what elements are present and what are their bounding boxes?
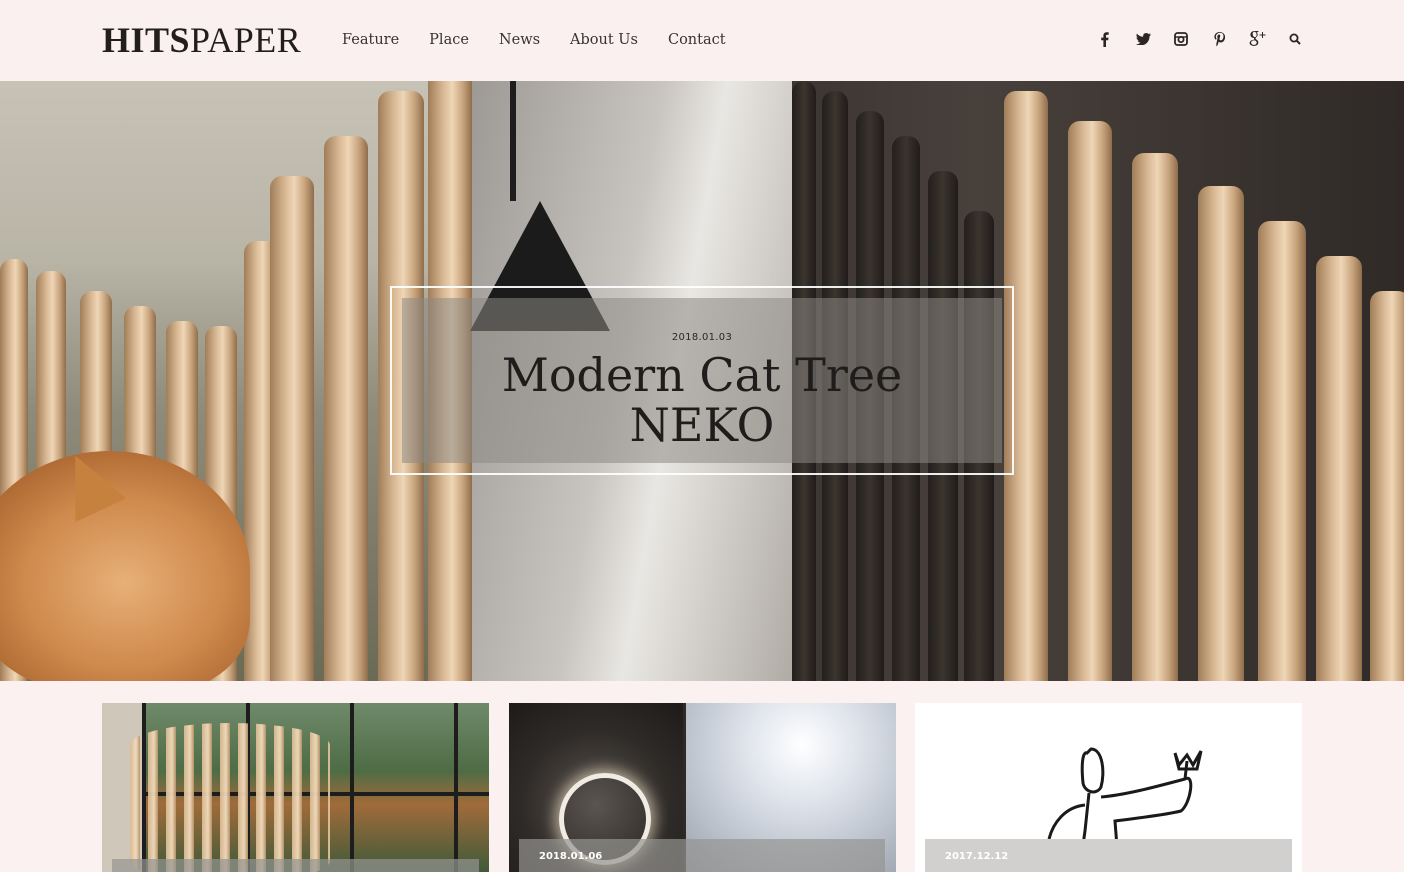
card-image-cat-tree (130, 723, 330, 872)
facebook-icon[interactable] (1096, 29, 1114, 49)
hero-card-overlay: 2018.01.03 Modern Cat Tree NEKO (402, 298, 1002, 463)
card-date: 2018.01.06 (539, 851, 603, 862)
nav-item-contact[interactable]: Contact (668, 30, 726, 50)
site-logo[interactable]: HITSPAPER (102, 20, 301, 60)
hero-featured-post[interactable]: 2018.01.03 Modern Cat Tree NEKO (390, 286, 1014, 475)
nav-item-news[interactable]: News (499, 30, 540, 50)
hero-post-title[interactable]: Modern Cat Tree NEKO (402, 350, 1002, 450)
card-label (112, 859, 479, 872)
nav-item-place[interactable]: Place (429, 30, 469, 50)
site-header: HITSPAPER Feature Place News About Us Co… (0, 0, 1404, 80)
card-label: 2017.12.12 (925, 839, 1292, 872)
post-grid: 2018.01.06 2017.12.12 (102, 703, 1302, 872)
hero-title-line2: NEKO (629, 398, 775, 452)
post-card[interactable] (102, 703, 489, 872)
nav-item-feature[interactable]: Feature (342, 30, 399, 50)
post-card[interactable]: 2018.01.06 (509, 703, 896, 872)
main-nav: Feature Place News About Us Contact (342, 30, 726, 50)
hero-title-line1: Modern Cat Tree (501, 348, 903, 402)
twitter-icon[interactable] (1134, 29, 1152, 49)
logo-bold-text: HITS (102, 20, 191, 60)
social-links (1096, 29, 1304, 49)
search-icon[interactable] (1286, 29, 1304, 49)
card-date: 2017.12.12 (945, 851, 1009, 862)
google-plus-icon[interactable] (1248, 29, 1266, 49)
hero-banner[interactable]: 2018.01.03 Modern Cat Tree NEKO (0, 81, 1404, 681)
logo-light-text: PAPER (190, 20, 302, 60)
card-label: 2018.01.06 (519, 839, 885, 872)
lamp-cord (510, 81, 516, 201)
hero-post-date: 2018.01.03 (671, 332, 733, 343)
post-card[interactable]: 2017.12.12 (915, 703, 1302, 872)
pinterest-icon[interactable] (1210, 29, 1228, 49)
instagram-icon[interactable] (1172, 29, 1190, 49)
nav-item-about-us[interactable]: About Us (570, 30, 638, 50)
